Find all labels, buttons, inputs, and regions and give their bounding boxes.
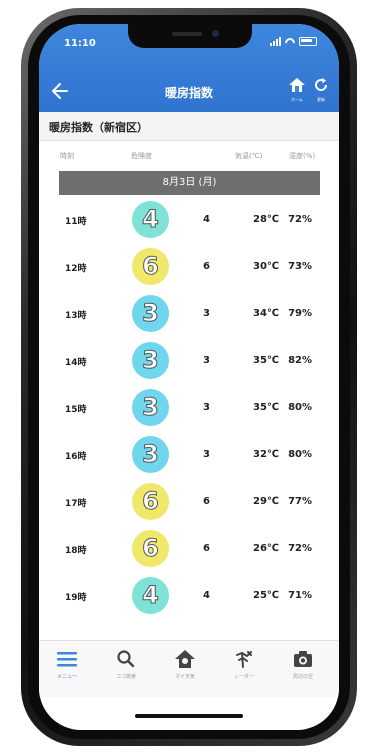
speaker-grille <box>172 32 202 36</box>
home-indicator[interactable] <box>135 714 243 718</box>
table-row: 18時 6 6 26℃ 72% <box>39 525 339 572</box>
row-hour: 11時 <box>65 217 87 227</box>
risk-badge: 6 <box>132 530 169 567</box>
wifi-icon <box>285 38 295 46</box>
battery-icon <box>299 37 317 46</box>
table-row: 14時 3 3 35℃ 82% <box>39 337 339 384</box>
row-temperature: 35℃ <box>253 355 280 366</box>
table-row: 19時 4 4 25℃ 71% <box>39 572 339 619</box>
refresh-icon <box>315 78 328 91</box>
column-headers: 時刻 危険度 気温(℃) 湿度(%) <box>39 141 339 171</box>
front-camera <box>212 30 219 37</box>
row-temperature: 28℃ <box>253 214 280 225</box>
row-risk-level: 4 <box>203 590 210 601</box>
row-risk-level: 3 <box>203 449 210 460</box>
risk-badge: 6 <box>132 483 169 520</box>
row-temperature: 26℃ <box>253 543 280 554</box>
camera-icon <box>294 651 312 667</box>
row-risk-level: 3 <box>203 308 210 319</box>
row-humidity: 77% <box>288 496 312 507</box>
row-temperature: 35℃ <box>253 402 280 413</box>
row-hour: 14時 <box>65 358 87 368</box>
column-humidity: 湿度(%) <box>289 152 316 160</box>
row-hour: 13時 <box>65 311 87 321</box>
row-risk-level: 6 <box>203 543 210 554</box>
row-hour: 18時 <box>65 546 87 556</box>
tab-my-weather-label: マイ天気 <box>174 674 195 680</box>
row-humidity: 71% <box>288 590 312 601</box>
tab-my-weather[interactable]: マイ天気 <box>159 647 211 680</box>
tab-radar[interactable]: レーダー <box>218 647 270 680</box>
tab-search-label: ココ検索 <box>115 674 136 680</box>
row-risk-level: 3 <box>203 402 210 413</box>
row-hour: 17時 <box>65 499 87 509</box>
section-heading: 暖房指数（新宿区） <box>39 112 339 141</box>
row-temperature: 29℃ <box>253 496 280 507</box>
tab-radar-label: レーダー <box>233 674 254 680</box>
tab-sky-label: 周辺の空 <box>292 674 313 680</box>
tab-search[interactable]: ココ検索 <box>100 647 152 680</box>
row-humidity: 80% <box>288 449 312 460</box>
column-risk: 危険度 <box>131 152 152 160</box>
row-risk-level: 6 <box>203 261 210 272</box>
risk-badge: 3 <box>132 389 169 426</box>
table-row: 17時 6 6 29℃ 77% <box>39 478 339 525</box>
table-row: 13時 3 3 34℃ 79% <box>39 290 339 337</box>
tab-menu-label: メニュー <box>56 674 77 680</box>
tab-bar: メニュー ココ検索 マイ天気 レーダー 周辺の空 <box>39 640 339 697</box>
risk-badge: 3 <box>132 295 169 332</box>
location-title: 暖房指数（新宿区） <box>49 121 148 134</box>
row-hour: 15時 <box>65 405 87 415</box>
row-humidity: 72% <box>288 214 312 225</box>
signal-icon <box>270 37 281 46</box>
home-icon <box>289 78 305 92</box>
risk-badge: 6 <box>132 248 169 285</box>
home-label: ホーム <box>291 97 303 102</box>
row-risk-level: 4 <box>203 214 210 225</box>
risk-badge: 3 <box>132 436 169 473</box>
table-row: 15時 3 3 35℃ 80% <box>39 384 339 431</box>
row-humidity: 72% <box>288 543 312 554</box>
tab-sky[interactable]: 周辺の空 <box>277 647 329 680</box>
row-hour: 19時 <box>65 593 87 603</box>
refresh-label: 更新 <box>317 97 325 102</box>
risk-badge: 4 <box>132 577 169 614</box>
row-risk-level: 3 <box>203 355 210 366</box>
house-icon <box>175 650 195 668</box>
row-temperature: 32℃ <box>253 449 280 460</box>
search-icon <box>117 650 135 668</box>
column-temp: 気温(℃) <box>235 152 263 160</box>
status-time: 11:10 <box>64 38 96 49</box>
risk-badge: 4 <box>132 201 169 238</box>
row-humidity: 80% <box>288 402 312 413</box>
column-time: 時刻 <box>60 152 74 160</box>
row-hour: 12時 <box>65 264 87 274</box>
radar-icon <box>236 651 252 668</box>
table-row: 12時 6 6 30℃ 73% <box>39 243 339 290</box>
table-row: 16時 3 3 32℃ 80% <box>39 431 339 478</box>
status-icons <box>270 37 317 46</box>
row-temperature: 34℃ <box>253 308 280 319</box>
row-humidity: 73% <box>288 261 312 272</box>
row-temperature: 30℃ <box>253 261 280 272</box>
risk-badge: 3 <box>132 342 169 379</box>
menu-icon <box>57 652 77 667</box>
row-humidity: 79% <box>288 308 312 319</box>
row-hour: 16時 <box>65 452 87 462</box>
row-temperature: 25℃ <box>253 590 280 601</box>
phone-notch <box>128 24 252 48</box>
date-header: 8月3日 (月) <box>59 171 320 195</box>
refresh-button[interactable]: 更新 <box>311 77 331 105</box>
home-button[interactable]: ホーム <box>286 77 308 105</box>
row-humidity: 82% <box>288 355 312 366</box>
row-risk-level: 6 <box>203 496 210 507</box>
tab-menu[interactable]: メニュー <box>41 647 93 680</box>
table-row: 11時 4 4 28℃ 72% <box>39 196 339 243</box>
app-screen: 11:10 暖房指数 ホーム 更新 暖房指数（新宿区） 時刻 危険度 気温(℃)… <box>39 24 339 730</box>
